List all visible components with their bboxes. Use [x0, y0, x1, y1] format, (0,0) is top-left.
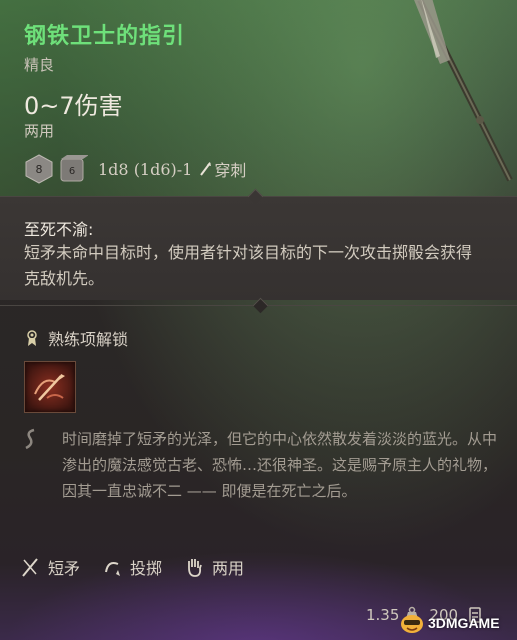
mascot-icon: [401, 615, 423, 633]
tag-spear[interactable]: 短矛: [20, 555, 80, 579]
lore-icon: [25, 428, 35, 450]
passive-description: 短矛未命中目标时，使用者针对该目标的下一次攻击掷骰会获得克敌机先。: [24, 243, 473, 288]
item-name: 钢铁卫士的指引: [24, 24, 186, 49]
handedness: 两用: [24, 122, 55, 140]
damage-type: 穿刺: [214, 161, 247, 180]
tag-label: 短矛: [48, 559, 81, 578]
item-weight: 1.35: [366, 606, 400, 624]
pierce-icon: [200, 162, 212, 176]
weapon-tags: 短矛 投掷 两用: [20, 555, 266, 579]
d6-face-label: 6: [69, 166, 75, 177]
proficiency-icon: [27, 330, 37, 346]
item-rarity: 精良: [24, 56, 55, 74]
weapon-action-icon[interactable]: [24, 361, 76, 413]
throw-icon: [105, 562, 121, 576]
damage-range: 0~7伤害: [24, 92, 123, 120]
divider-notch: [252, 297, 269, 314]
tag-label: 两用: [212, 559, 245, 578]
passive-title: 至死不渝:: [24, 220, 94, 239]
tag-throw[interactable]: 投掷: [102, 555, 162, 579]
item-tooltip: 钢铁卫士的指引 精良 0~7伤害 两用 8 6 1d8 (1d6)-1 穿刺 至…: [0, 0, 517, 640]
watermark-text: 3DMGAME: [428, 615, 500, 631]
proficiency-label: 熟练项解锁: [48, 330, 129, 349]
spear-illustration: [414, 0, 513, 182]
d8-die-icon: 8: [25, 154, 53, 184]
d8-face-label: 8: [36, 163, 43, 176]
weapon-action-glyph-icon: [34, 374, 65, 401]
d6-die-icon: 6: [60, 155, 88, 182]
dice-formula: 1d8 (1d6)-1: [98, 159, 193, 179]
hand-icon: [188, 559, 202, 577]
lore-description: 时间磨掉了短矛的光泽，但它的中心依然散发着淡淡的蓝光。从中渗出的魔法感觉古老、恐…: [62, 430, 498, 500]
spear-icon: [22, 558, 38, 577]
tag-versatile[interactable]: 两用: [184, 555, 244, 579]
site-watermark: 3DMGAME: [400, 612, 500, 634]
tag-label: 投掷: [130, 559, 163, 578]
proficiency-row: 熟练项解锁: [24, 326, 128, 350]
damage-dice-row: 8 6 1d8 (1d6)-1 穿刺: [24, 151, 246, 187]
